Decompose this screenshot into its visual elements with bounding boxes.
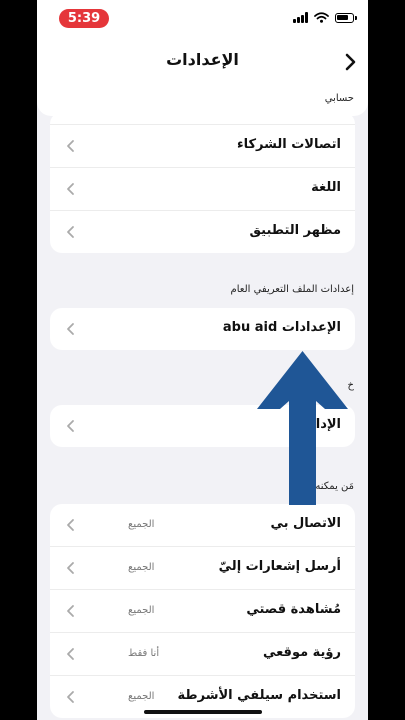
chevron-left-icon: [67, 323, 74, 335]
back-chevron-icon: [345, 53, 356, 71]
page-title: الإعدادات: [166, 50, 239, 69]
row-label: مظهر التطبيق: [249, 223, 341, 238]
chevron-left-icon: [67, 420, 74, 432]
nav-bar: الإعدادات: [37, 38, 368, 86]
row-label: رؤية موقعي: [262, 645, 341, 660]
account-card: اتصالات الشركاء اللغة مظهر التطبيق: [50, 112, 355, 253]
battery-icon: [335, 12, 357, 23]
chevron-left-icon: [67, 691, 74, 703]
up-arrow-annotation: [257, 351, 348, 505]
account-section-label: حسابي: [324, 93, 354, 104]
row-label: الاتصال بي: [270, 516, 341, 531]
app-appearance-row[interactable]: مظهر التطبيق: [50, 211, 355, 253]
status-bar: 5:39: [37, 0, 368, 38]
public-profile-card: الإعدادات abu aid: [50, 308, 355, 350]
phone-screen: 5:39 الإعدادات حسابي اتصالات الشركاء الل…: [37, 0, 368, 720]
row-label: الإعدادات abu aid: [222, 320, 341, 335]
contact-me-row[interactable]: الاتصال بي الجميع: [50, 504, 355, 547]
chevron-left-icon: [67, 519, 74, 531]
language-row[interactable]: اللغة: [50, 168, 355, 211]
signal-icon: [293, 12, 308, 23]
chevron-left-icon: [67, 648, 74, 660]
chevron-left-icon: [67, 140, 74, 152]
row-value: أنا فقط: [128, 648, 160, 659]
chevron-left-icon: [67, 562, 74, 574]
public-profile-settings-row[interactable]: الإعدادات abu aid: [50, 308, 355, 350]
row-value: الجميع: [128, 691, 155, 702]
system-icons: [293, 12, 357, 23]
row-label: أرسل إشعارات إليّ: [218, 559, 341, 574]
public-profile-section-title: إعدادات الملف التعريفي العام: [230, 284, 354, 295]
view-story-row[interactable]: مُشاهدة قصتي الجميع: [50, 590, 355, 633]
row-value: الجميع: [128, 605, 155, 616]
row-value: الجميع: [128, 519, 155, 530]
chevron-left-icon: [67, 605, 74, 617]
row-label: مُشاهدة قصتي: [246, 602, 341, 617]
wifi-icon: [314, 12, 329, 23]
chevron-left-icon: [67, 226, 74, 238]
home-indicator: [144, 710, 262, 714]
back-button[interactable]: [338, 50, 362, 74]
partner-connections-row[interactable]: اتصالات الشركاء: [50, 125, 355, 168]
chevron-left-icon: [67, 183, 74, 195]
privacy-card: الاتصال بي الجميع أرسل إشعارات إليّ الجم…: [50, 504, 355, 718]
send-notifications-row[interactable]: أرسل إشعارات إليّ الجميع: [50, 547, 355, 590]
status-time: 5:39: [59, 9, 109, 28]
see-location-row[interactable]: رؤية موقعي أنا فقط: [50, 633, 355, 676]
row-value: الجميع: [128, 562, 155, 573]
row-label: اللغة: [311, 180, 341, 195]
row-label: اتصالات الشركاء: [236, 137, 341, 152]
row-label: استخدام سيلفي الأشرطة: [177, 688, 341, 703]
